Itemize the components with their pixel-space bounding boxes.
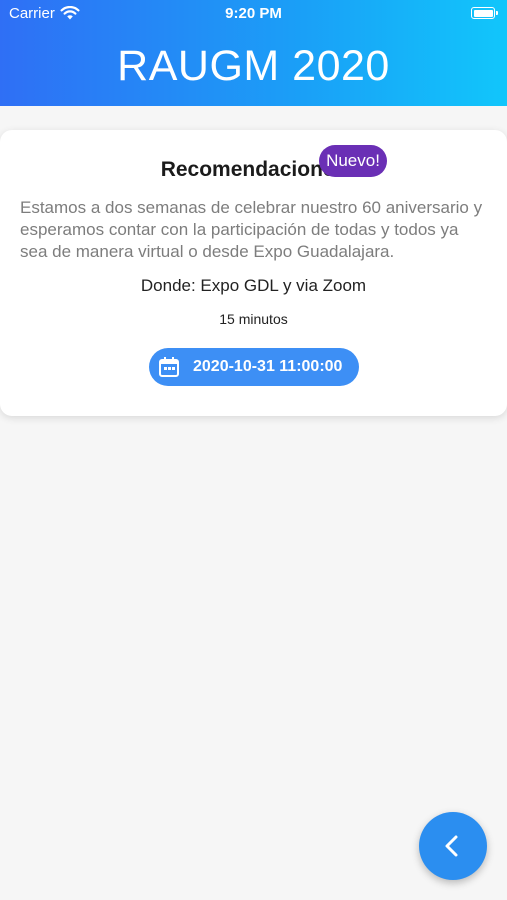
calendar-icon [159, 357, 179, 377]
back-button[interactable] [419, 812, 487, 880]
card-description: Estamos a dos semanas de celebrar nuestr… [20, 198, 483, 261]
card-title: Recomendaciones [160, 158, 347, 181]
chevron-left-icon [445, 835, 458, 857]
event-location: Donde: Expo GDL y via Zoom [140, 276, 367, 295]
event-duration: 15 minutos [219, 311, 288, 327]
status-time: 9:20 PM [225, 5, 282, 22]
date-button[interactable]: 2020-10-31 11:00:00 [149, 348, 359, 386]
app-header: Carrier 9:20 PM RAUGM 2020 [0, 0, 507, 106]
status-bar: Carrier 9:20 PM [0, 0, 507, 28]
battery-icon [471, 7, 498, 19]
new-badge: Nuevo! [319, 145, 387, 177]
page-title: RAUGM 2020 [117, 42, 390, 90]
date-label: 2020-10-31 11:00:00 [193, 358, 343, 375]
